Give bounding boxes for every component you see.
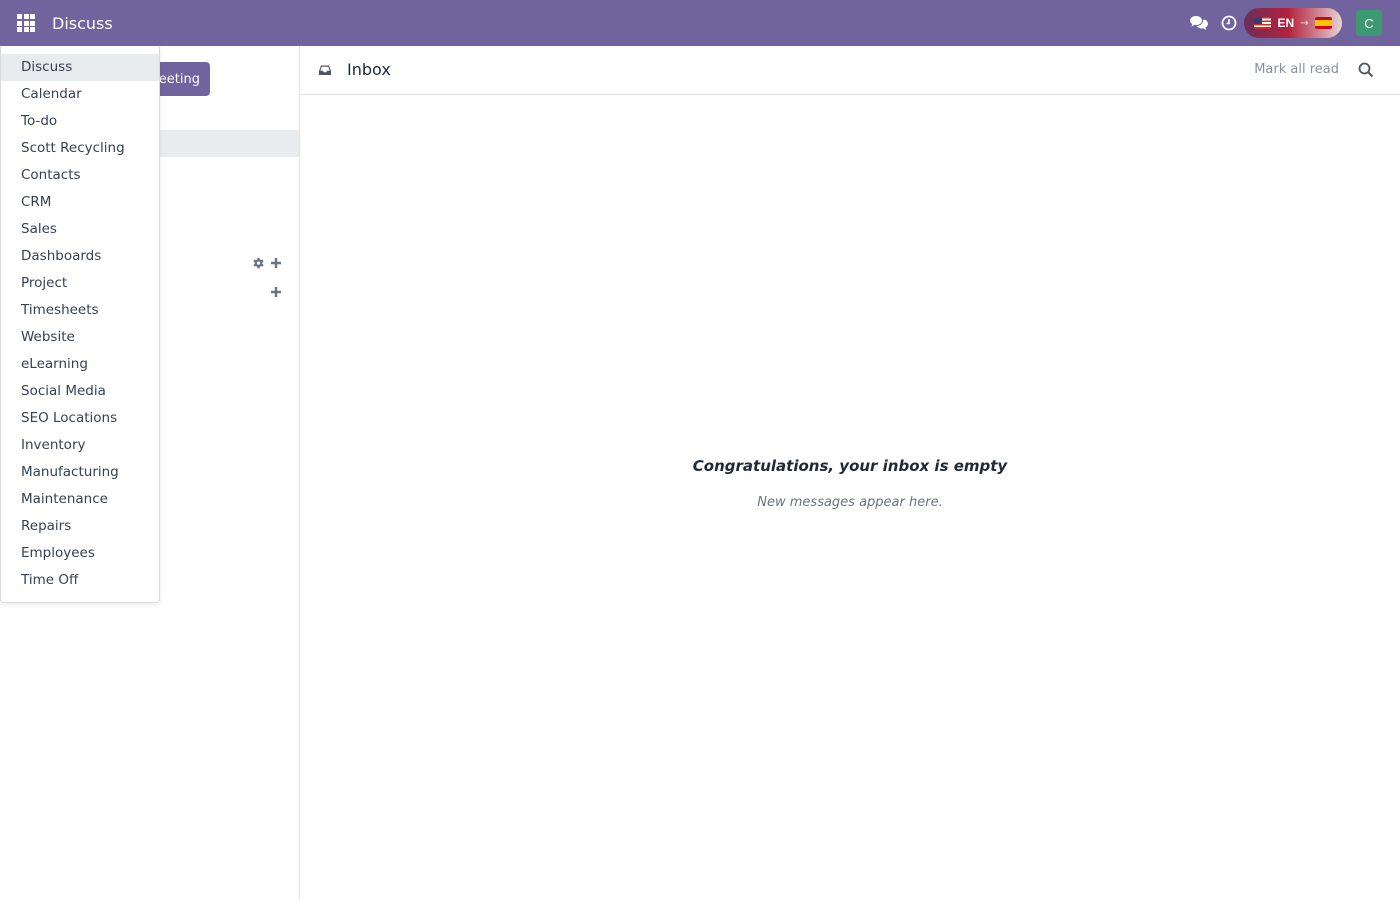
apps-menu-item[interactable]: To-do bbox=[1, 108, 159, 135]
apps-menu-item[interactable]: Inventory bbox=[1, 432, 159, 459]
apps-menu-item[interactable]: Manufacturing bbox=[1, 459, 159, 486]
apps-menu-item[interactable]: Time Off bbox=[1, 567, 159, 594]
apps-menu-item[interactable]: Maintenance bbox=[1, 486, 159, 513]
apps-menu-toggle[interactable] bbox=[0, 0, 52, 46]
gear-icon[interactable] bbox=[252, 257, 265, 270]
apps-menu-item[interactable]: CRM bbox=[1, 189, 159, 216]
apps-menu-item[interactable]: eLearning bbox=[1, 351, 159, 378]
apps-grid-icon bbox=[17, 14, 35, 32]
top-navbar: Discuss EN → C bbox=[0, 0, 1400, 46]
apps-menu-item[interactable]: Social Media bbox=[1, 378, 159, 405]
empty-inbox-title: Congratulations, your inbox is empty bbox=[692, 457, 1008, 475]
activity-button[interactable] bbox=[1214, 0, 1244, 46]
language-code: EN bbox=[1277, 16, 1295, 30]
apps-menu-item[interactable]: Sales bbox=[1, 216, 159, 243]
apps-menu-item[interactable]: Discuss bbox=[1, 54, 159, 81]
plus-icon[interactable] bbox=[270, 286, 282, 298]
apps-menu-item[interactable]: Timesheets bbox=[1, 297, 159, 324]
apps-menu-item[interactable]: Calendar bbox=[1, 81, 159, 108]
empty-inbox-subtitle: New messages appear here. bbox=[757, 495, 943, 510]
chat-button[interactable] bbox=[1184, 0, 1214, 46]
es-flag-icon bbox=[1314, 17, 1332, 29]
thread-header: Inbox Mark all read bbox=[300, 46, 1400, 95]
apps-menu-item[interactable]: Contacts bbox=[1, 162, 159, 189]
apps-menu-item[interactable]: Employees bbox=[1, 540, 159, 567]
arrow-right-icon: → bbox=[1300, 17, 1309, 29]
search-icon[interactable] bbox=[1358, 62, 1374, 78]
start-meeting-label: eeting bbox=[158, 71, 200, 87]
language-switcher[interactable]: EN → bbox=[1244, 8, 1342, 38]
apps-menu-item[interactable]: Project bbox=[1, 270, 159, 297]
apps-dropdown-menu: Discuss Calendar To-do Scott Recycling C… bbox=[0, 46, 160, 603]
apps-menu-item[interactable]: Scott Recycling bbox=[1, 135, 159, 162]
apps-menu-item[interactable]: Website bbox=[1, 324, 159, 351]
inbox-icon bbox=[319, 65, 331, 75]
app-brand[interactable]: Discuss bbox=[52, 14, 113, 33]
apps-menu-item[interactable]: Repairs bbox=[1, 513, 159, 540]
user-avatar[interactable]: C bbox=[1356, 10, 1382, 36]
plus-icon[interactable] bbox=[270, 257, 282, 269]
navbar-systray: EN → C bbox=[1184, 0, 1400, 46]
apps-menu-item[interactable]: Dashboards bbox=[1, 243, 159, 270]
us-flag-icon bbox=[1254, 17, 1272, 29]
clock-icon bbox=[1221, 15, 1237, 31]
thread-title: Inbox bbox=[347, 60, 391, 79]
mark-all-read-button[interactable]: Mark all read bbox=[1254, 62, 1339, 77]
apps-menu-item[interactable]: SEO Locations bbox=[1, 405, 159, 432]
chat-bubbles-icon bbox=[1190, 16, 1208, 30]
